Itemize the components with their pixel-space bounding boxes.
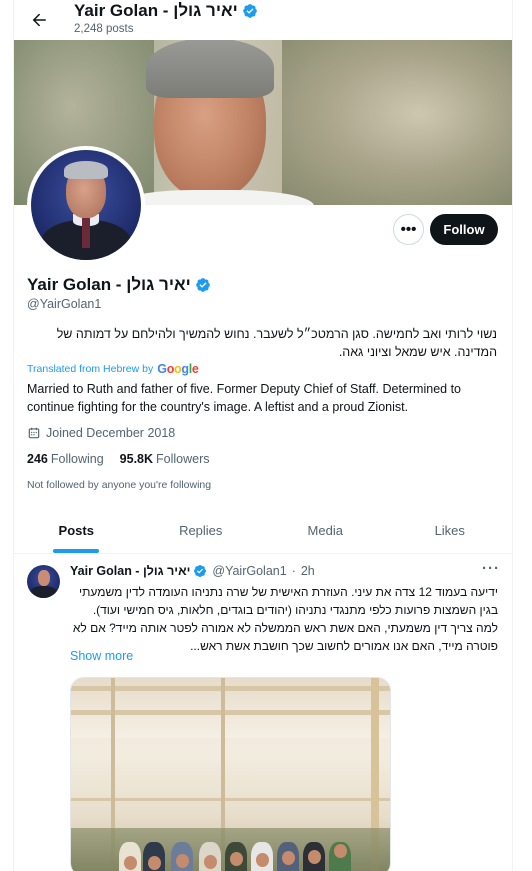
arrow-left-icon bbox=[32, 13, 46, 27]
profile-name: Yair Golan - יאיר גולן bbox=[27, 275, 211, 295]
tweet-avatar[interactable] bbox=[27, 565, 60, 598]
followers-link[interactable]: 95.8K Followers bbox=[120, 452, 210, 466]
joined-date: Joined December 2018 bbox=[27, 426, 175, 440]
header-title: Yair Golan - יאיר גולן bbox=[74, 1, 258, 21]
following-link[interactable]: 246 Following bbox=[27, 452, 104, 466]
show-more-link[interactable]: Show more bbox=[70, 649, 133, 663]
profile-tabs: Posts Replies Media Likes bbox=[14, 508, 512, 554]
profile-handle: @YairGolan1 bbox=[27, 297, 102, 311]
follow-stats: 246 Following 95.8K Followers bbox=[27, 452, 210, 466]
more-options-button[interactable]: ••• bbox=[393, 214, 424, 245]
verified-badge-icon[interactable] bbox=[195, 277, 211, 293]
tweet-media-image[interactable] bbox=[70, 677, 391, 871]
profile-page: Yair Golan - יאיר גולן 2,248 posts ••• F… bbox=[0, 0, 532, 871]
top-header: Yair Golan - יאיר גולן 2,248 posts bbox=[14, 0, 512, 40]
follow-button[interactable]: Follow bbox=[430, 214, 498, 245]
bio-english: Married to Ruth and father of five. Form… bbox=[27, 382, 461, 414]
column-divider-right bbox=[512, 0, 513, 871]
verified-badge-icon bbox=[242, 4, 257, 18]
tab-likes[interactable]: Likes bbox=[388, 508, 513, 553]
profile-avatar[interactable] bbox=[27, 146, 145, 264]
tweet-header: Yair Golan - יאיר גולן @YairGolan1 · 2h bbox=[70, 564, 315, 578]
tweet-handle[interactable]: @YairGolan1 bbox=[212, 564, 286, 578]
profile-name-text: Yair Golan - יאיר גולן bbox=[27, 275, 191, 294]
header-name: Yair Golan - יאיר גולן bbox=[74, 1, 238, 20]
tweet-text: ידיעה בעמוד 12 צדה את עיני. העוזרת האישי… bbox=[72, 585, 498, 653]
translated-notice[interactable]: Translated from Hebrew by Google bbox=[27, 362, 199, 376]
tab-media[interactable]: Media bbox=[263, 508, 388, 553]
bio-hebrew: נשוי לרותי ואב לחמישה. סגן הרמטכ״ל לשעבר… bbox=[56, 327, 497, 359]
tweet-separator: · bbox=[291, 564, 296, 578]
google-logo: Google bbox=[157, 362, 199, 376]
verified-badge-icon bbox=[194, 565, 207, 577]
calendar-icon bbox=[28, 427, 40, 439]
not-followed-notice: Not followed by anyone you're following bbox=[27, 479, 212, 491]
tweet-more-button[interactable]: ··· bbox=[482, 560, 500, 577]
joined-text: Joined December 2018 bbox=[46, 426, 176, 440]
tweet-time[interactable]: 2h bbox=[301, 564, 315, 578]
tab-replies[interactable]: Replies bbox=[139, 508, 264, 553]
posts-count: 2,248 posts bbox=[74, 23, 134, 35]
back-button[interactable] bbox=[24, 5, 54, 35]
translated-label: Translated from Hebrew by bbox=[27, 363, 154, 375]
tab-posts[interactable]: Posts bbox=[14, 508, 139, 553]
tweet-author-name[interactable]: Yair Golan - יאיר גולן bbox=[70, 564, 190, 578]
